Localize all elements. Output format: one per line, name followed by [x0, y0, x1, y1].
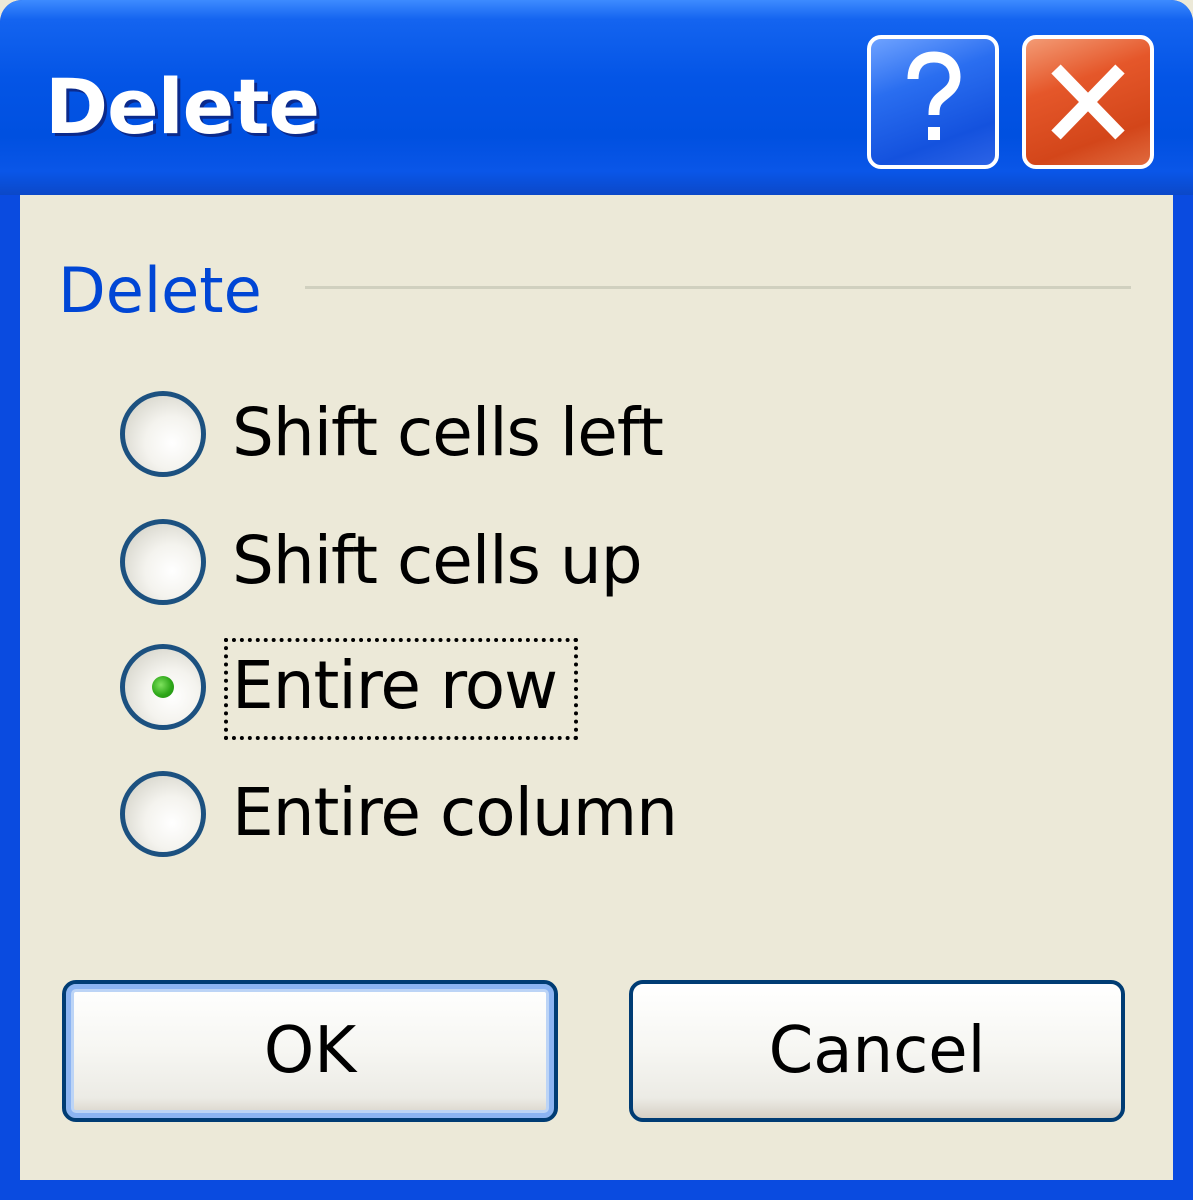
option-label[interactable]: Shift cells up: [232, 511, 643, 611]
option-label[interactable]: Entire column: [232, 763, 678, 863]
delete-dialog: Delete Delete Shift cells left Shift cel…: [0, 0, 1193, 1200]
close-x-icon: [1051, 64, 1125, 140]
option-label[interactable]: Shift cells left: [232, 383, 664, 483]
radio-button[interactable]: [120, 519, 206, 605]
option-entire-column[interactable]: Entire column: [120, 763, 820, 863]
group-label: Delete: [58, 254, 262, 327]
option-shift-cells-left[interactable]: Shift cells left: [120, 383, 820, 483]
close-button[interactable]: [1022, 35, 1154, 169]
dialog-title: Delete: [45, 62, 320, 151]
help-button[interactable]: [867, 35, 999, 169]
radio-button[interactable]: [120, 771, 206, 857]
radio-button[interactable]: [120, 391, 206, 477]
option-entire-row[interactable]: Entire row: [120, 636, 820, 740]
radio-selected-dot: [152, 676, 174, 698]
option-label[interactable]: Entire row: [232, 636, 558, 736]
group-divider: [305, 286, 1131, 289]
ok-button[interactable]: OK: [62, 980, 558, 1122]
cancel-button[interactable]: Cancel: [629, 980, 1125, 1122]
title-bar[interactable]: Delete: [0, 0, 1193, 195]
option-shift-cells-up[interactable]: Shift cells up: [120, 511, 820, 611]
dialog-body: Delete Shift cells left Shift cells up E…: [20, 195, 1173, 1180]
question-mark-icon: [907, 51, 961, 140]
radio-button-selected[interactable]: [120, 644, 206, 730]
